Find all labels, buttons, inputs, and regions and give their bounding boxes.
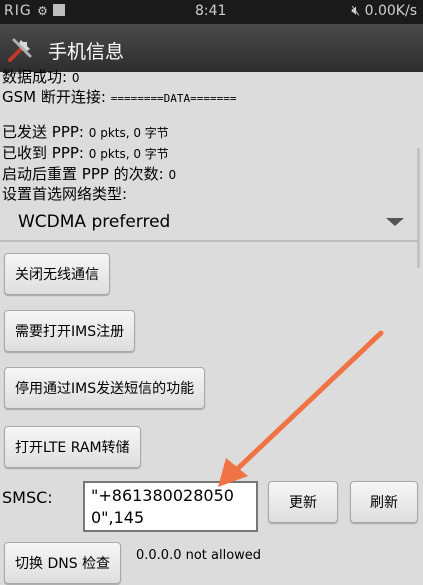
- ppp-recv-row: 已收到 PPP: 0 pkts, 0 字节: [2, 142, 169, 163]
- title-bar: 手机信息: [0, 24, 423, 72]
- radio-off-button[interactable]: 关闭无线通信: [4, 253, 110, 295]
- ppp-sent-value: 0 pkts, 0 字节: [88, 126, 169, 140]
- ppp-reset-row: 启动后重置 PPP 的次数: 0: [2, 163, 176, 184]
- page-title: 手机信息: [48, 41, 125, 63]
- network-type-spinner[interactable]: WCDMA preferred: [0, 206, 418, 242]
- dns-toggle-button[interactable]: 切换 DNS 检查: [4, 542, 122, 584]
- ppp-reset-value: 0: [168, 168, 177, 182]
- android-icon: ⚙: [37, 4, 49, 18]
- network-type-label: 设置首选网络类型:: [2, 185, 128, 203]
- mute-icon: 🔇︎: [351, 3, 361, 19]
- ppp-sent-label: 已发送 PPP:: [2, 123, 84, 141]
- ppp-reset-label: 启动后重置 PPP 的次数:: [2, 165, 164, 183]
- dropdown-arrow-icon: [386, 218, 404, 226]
- network-type-selected: WCDMA preferred: [18, 212, 171, 232]
- ppp-recv-label: 已收到 PPP:: [2, 144, 84, 162]
- refresh-button[interactable]: 刷新: [350, 481, 418, 523]
- ppp-sent-row: 已发送 PPP: 0 pkts, 0 字节: [2, 121, 169, 142]
- notification-icon: [52, 4, 65, 16]
- data-success-label: 数据成功:: [2, 68, 68, 86]
- tools-icon: [8, 38, 32, 62]
- ims-sms-button[interactable]: 停用通过IMS发送短信的功能: [4, 367, 206, 409]
- status-time: 8:41: [195, 3, 227, 19]
- dns-status: 0.0.0.0 not allowed: [136, 548, 262, 563]
- lte-ram-dump-button[interactable]: 打开LTE RAM转储: [4, 426, 141, 468]
- smsc-label: SMSC:: [2, 488, 53, 507]
- ims-register-button[interactable]: 需要打开IMS注册: [4, 310, 136, 352]
- smsc-input[interactable]: "+8613800280500",145: [83, 481, 258, 532]
- gsm-disconnect-label: GSM 断开连接:: [2, 88, 106, 106]
- status-network-speed: 🔇︎ 0.00K/s: [351, 3, 417, 19]
- content-area[interactable]: 数据成功: 0 GSM 断开连接: ========DATA======= 已发…: [0, 68, 423, 585]
- scrollbar[interactable]: [417, 148, 420, 268]
- data-success-value: 0: [71, 71, 80, 85]
- status-carrier: RIG ⚙: [4, 3, 65, 19]
- update-button[interactable]: 更新: [268, 481, 338, 523]
- gsm-disconnect-row: GSM 断开连接: ========DATA=======: [2, 86, 237, 107]
- gsm-disconnect-value: ========DATA=======: [110, 92, 237, 105]
- status-bar: RIG ⚙ 8:41 🔇︎ 0.00K/s: [0, 0, 423, 24]
- data-success-row: 数据成功: 0: [2, 66, 79, 87]
- ppp-recv-value: 0 pkts, 0 字节: [88, 147, 169, 161]
